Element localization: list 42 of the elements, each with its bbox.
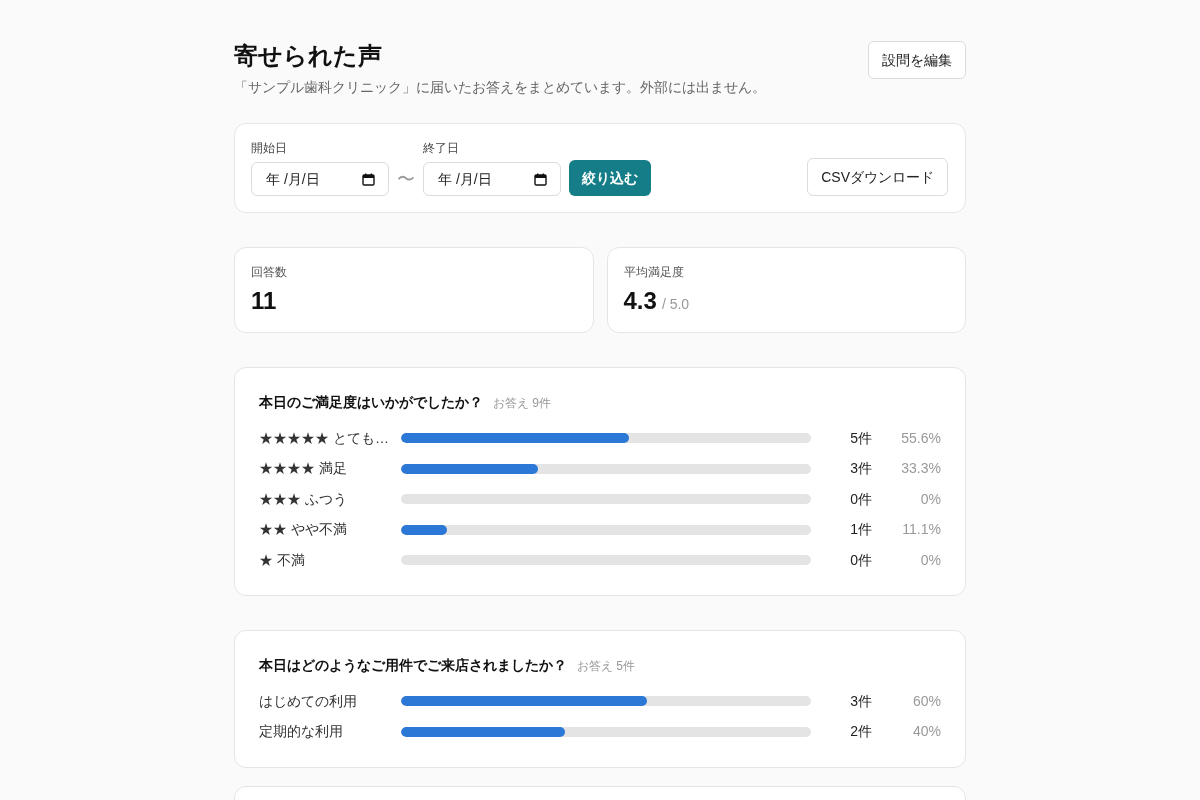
option-label: ★★★ ふつう [259,489,348,509]
question-title: 本日のご満足度はいかがでしたか？ [259,393,483,412]
option-label: 定期的な利用 [259,722,344,741]
option-label: ★★★★★ とても… [259,428,390,448]
stat-label: 平均満足度 [623,264,684,280]
filter-button[interactable]: 絞り込む [569,160,651,196]
option-percent: 33.3% [900,459,941,478]
option-count: 1件 [849,520,872,539]
date-field[interactable]: 年 /月/日 [423,162,561,196]
option-label: ★★ やや不満 [259,520,348,539]
edit-questions-button[interactable]: 設問を編集 [868,41,966,79]
stat-label: 回答数 [251,264,287,280]
option-label: ★ 不満 [259,550,306,570]
option-percent: 0% [919,550,941,570]
calendar-icon [534,172,547,186]
option-percent: 11.1% [901,520,941,539]
option-label: ★★★★ 満足 [259,459,348,478]
option-percent: 40% [911,722,941,741]
option-count: 3件 [849,691,872,711]
stat-value: 11 [251,286,277,316]
option-count: 3件 [849,459,872,478]
field-label: 開始日 [251,140,288,156]
stat-value: 4.3 [623,286,657,316]
page-subtitle: 「サンプル歯科クリニック」に届いたお答えをまとめています。外部には出ません。 [234,78,766,97]
page-title: 寄せられた声 [234,41,382,71]
option-label: はじめての利用 [259,691,358,711]
stat-suffix: / 5.0 [661,295,690,314]
answer-count: お答え 5件 [577,658,635,675]
date-field[interactable]: 年 /月/日 [251,162,389,196]
calendar-icon [362,172,375,186]
csv-download-button[interactable]: CSVダウンロード [807,158,948,196]
field-label: 終了日 [423,140,460,156]
option-count: 0件 [849,489,872,509]
option-count: 2件 [849,722,872,741]
option-percent: 55.6% [900,428,941,448]
option-count: 5件 [849,428,872,448]
option-count: 0件 [849,550,872,570]
question-title: 本日はどのようなご用件でご来店されましたか？ [259,656,567,675]
range-separator: 〜 [397,169,415,189]
answer-count: お答え 9件 [493,395,551,412]
option-percent: 0% [919,489,941,509]
option-percent: 60% [911,691,941,711]
